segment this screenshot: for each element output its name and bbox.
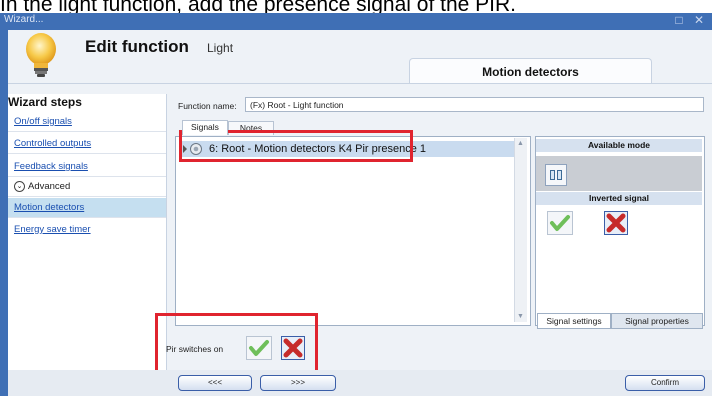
inverted-yes-button[interactable] [547,211,573,235]
light-bulb-icon [26,33,56,77]
inverted-signal-header: Inverted signal [536,192,702,205]
mode-button[interactable] [545,164,567,186]
scroll-down-icon[interactable]: ▼ [517,313,524,320]
tab-signals[interactable]: Signals [182,120,228,135]
available-mode-header: Available mode [536,139,702,152]
sidebar-item-energy-save-timer[interactable]: Energy save timer [8,220,166,240]
chevron-down-icon: ⌄ [14,180,25,192]
sidebar-item-on-off-signals[interactable]: On/off signals [8,112,166,132]
sidebar-item-controlled-outputs[interactable]: Controlled outputs [8,134,166,154]
sidebar-item-motion-detectors[interactable]: Motion detectors [8,198,166,218]
function-name-field[interactable]: (Fx) Root - Light function [245,97,704,112]
header-divider [8,83,712,84]
sidebar-title: Wizard steps [8,95,82,109]
back-button[interactable]: <<< [178,375,252,391]
function-type-label: Light [207,41,234,55]
signals-scrollbar[interactable]: ▲ ▼ [514,138,527,322]
mode-icon [550,170,562,180]
signals-list [175,136,531,326]
window-titlebar: Wizard... □ ✕ [0,13,712,30]
footer-bar [8,370,712,396]
tab-motion-detectors[interactable]: Motion detectors [409,58,652,83]
scroll-up-icon[interactable]: ▲ [517,140,524,147]
confirm-button[interactable]: Confirm [625,375,705,391]
sidebar-item-advanced[interactable]: ⌄ Advanced [8,177,166,197]
window-controls[interactable]: □ ✕ [675,13,708,27]
window-title: Wizard... [4,14,44,25]
tab-signal-settings[interactable]: Signal settings [537,313,611,329]
tab-signal-properties[interactable]: Signal properties [611,313,703,329]
function-name-label: Function name: [178,101,237,111]
inverted-no-button[interactable] [604,211,628,235]
page-title: Edit function [85,37,189,56]
sidebar-item-advanced-label: Advanced [28,181,71,192]
next-button[interactable]: >>> [260,375,336,391]
close-icon [606,213,626,233]
sidebar-item-feedback-signals[interactable]: Feedback signals [8,157,166,177]
